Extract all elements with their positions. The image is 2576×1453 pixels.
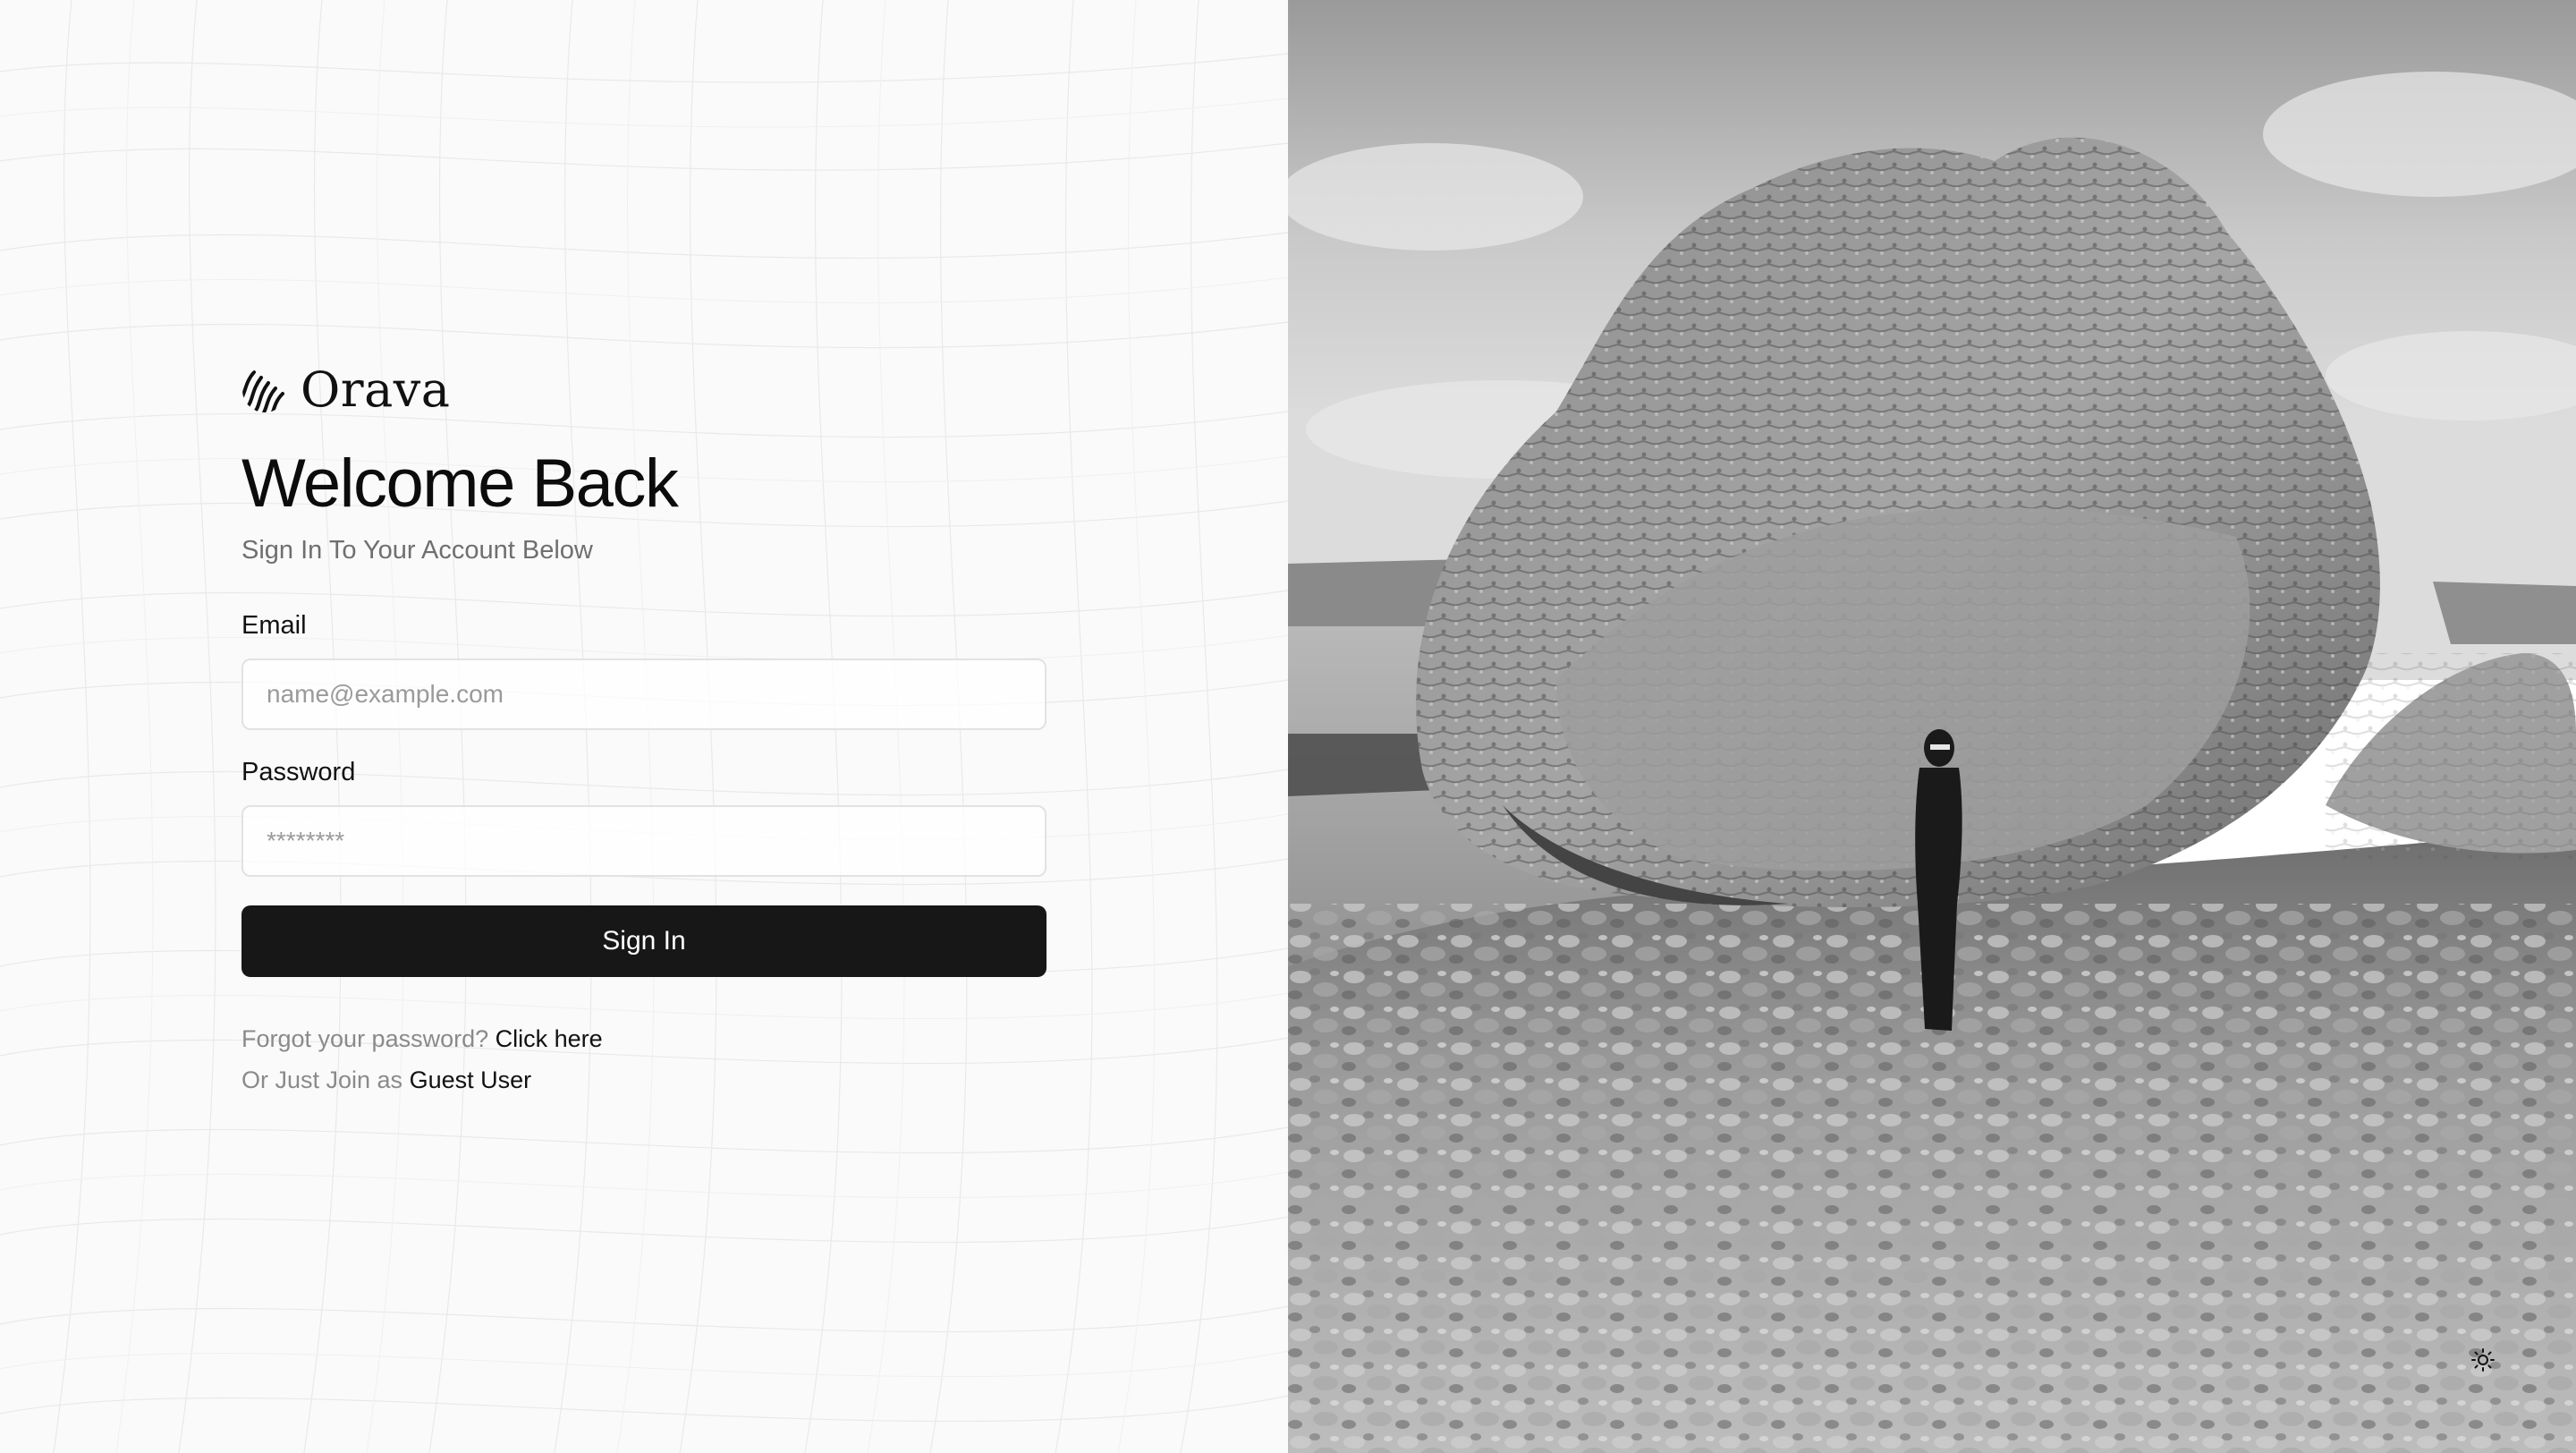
hero-panel (1288, 0, 2576, 1453)
password-label: Password (242, 758, 356, 786)
login-page: Orava Welcome Back Sign In To Your Accou… (0, 0, 2576, 1453)
password-input[interactable] (242, 805, 1046, 877)
sun-icon[interactable] (2467, 1344, 2499, 1376)
brand: Orava (242, 365, 1046, 415)
brand-name: Orava (301, 361, 451, 418)
email-label: Email (242, 611, 307, 640)
forgot-password-row: Forgot your password? Click here (242, 1018, 1046, 1059)
email-input[interactable] (242, 659, 1046, 730)
orava-logo-icon (242, 367, 288, 413)
guest-text: Or Just Join as (242, 1066, 403, 1093)
forgot-password-link[interactable]: Click here (496, 1025, 603, 1052)
sign-in-button[interactable]: Sign In (242, 905, 1046, 977)
guest-row: Or Just Join as Guest User (242, 1059, 1046, 1100)
login-form: Orava Welcome Back Sign In To Your Accou… (242, 365, 1046, 1100)
guest-user-link[interactable]: Guest User (410, 1066, 532, 1093)
page-subtitle: Sign In To Your Account Below (242, 536, 593, 565)
page-title: Welcome Back (242, 446, 679, 522)
monochrome-landscape-photo (1288, 0, 2576, 1453)
auth-links: Forgot your password? Click here Or Just… (242, 1018, 1046, 1100)
login-panel: Orava Welcome Back Sign In To Your Accou… (0, 0, 1288, 1453)
forgot-password-text: Forgot your password? (242, 1025, 489, 1052)
